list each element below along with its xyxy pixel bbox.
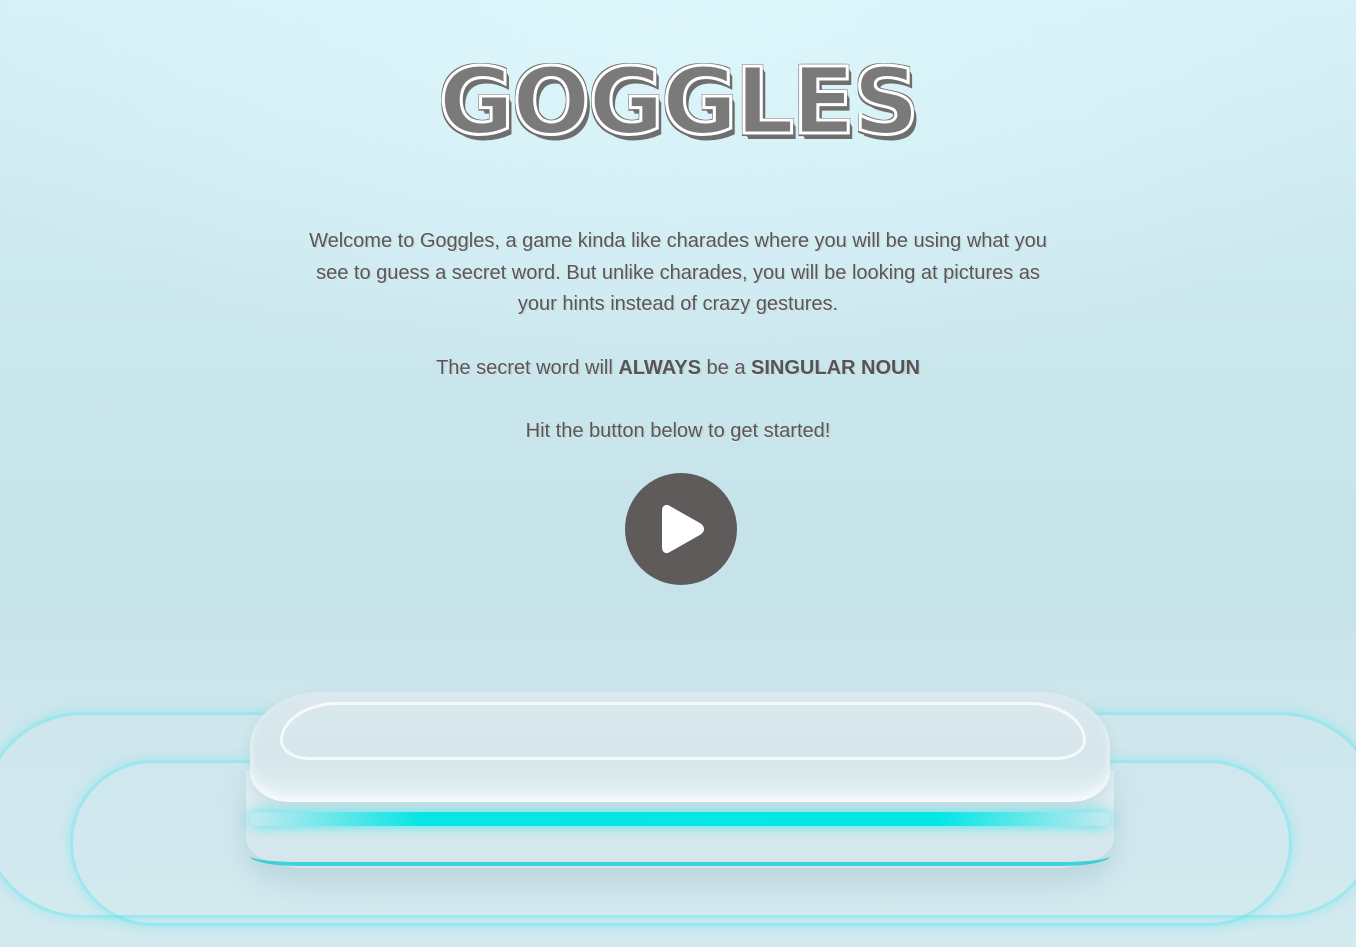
- play-button[interactable]: [625, 473, 737, 585]
- floor-glow-ring: [0, 712, 1356, 918]
- play-icon: [662, 504, 704, 554]
- podium-glow-strip: [250, 812, 1110, 826]
- rule-emphasis-singular-noun: SINGULAR NOUN: [751, 356, 920, 379]
- rule-line: The secret word will ALWAYS be a SINGULA…: [0, 353, 1356, 385]
- rule-middle: be a: [700, 356, 752, 379]
- logo-title: GOGGLES: [437, 48, 920, 155]
- podium-top-inset: [280, 702, 1086, 760]
- welcome-content: Welcome to Goggles, a game kinda like ch…: [0, 226, 1356, 448]
- podium-top: [250, 692, 1110, 802]
- rule-emphasis-always: ALWAYS: [618, 356, 701, 379]
- intro-paragraph: Welcome to Goggles, a game kinda like ch…: [309, 230, 1047, 315]
- floor-glow-ring: [70, 760, 1292, 926]
- game-logo: GOGGLES: [0, 48, 1356, 155]
- cta-text: Hit the button below to get started!: [525, 420, 831, 442]
- rule-prefix: The secret word will: [436, 356, 619, 379]
- podium-bottom-glow: [250, 852, 1110, 866]
- floor: [0, 600, 1356, 947]
- podium-base: [246, 770, 1114, 868]
